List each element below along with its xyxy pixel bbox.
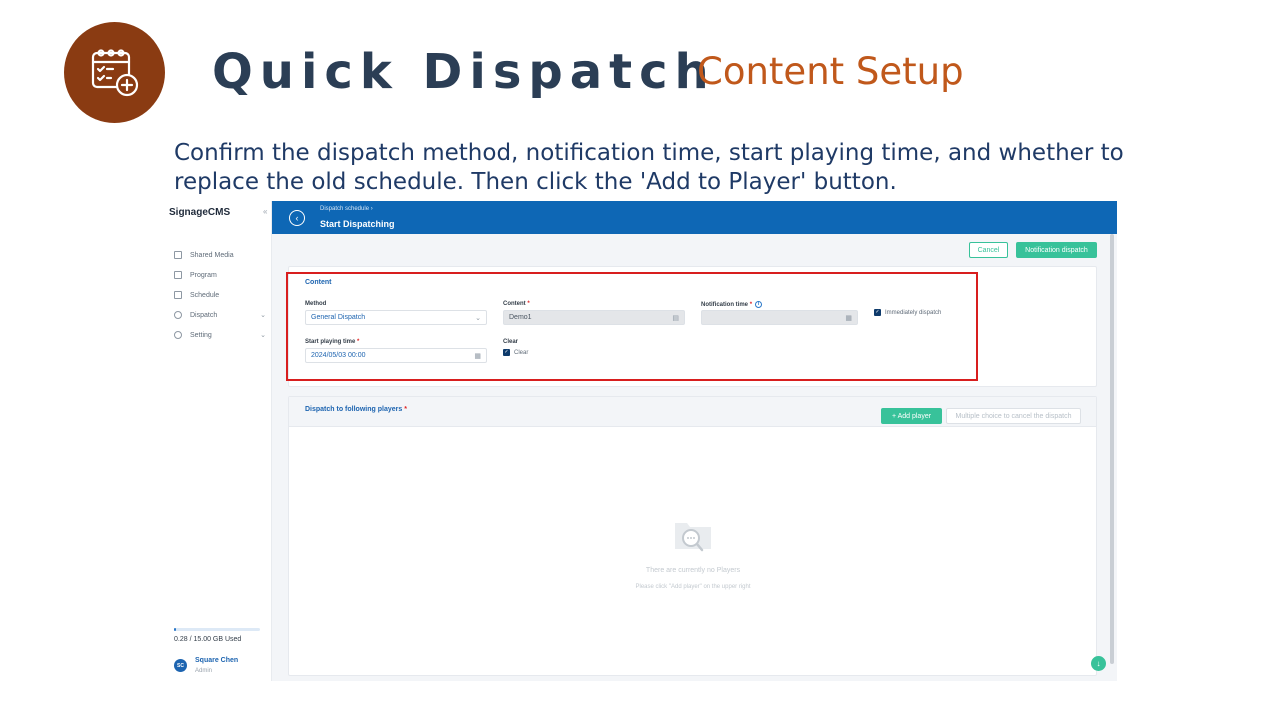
sidebar-item-label: Dispatch (190, 311, 218, 319)
storage-usage-fill (174, 628, 176, 631)
sidebar-item-dispatch[interactable]: Dispatch ⌄ (174, 305, 266, 325)
brand-name: SignageCMS (169, 207, 231, 218)
breadcrumb[interactable]: Dispatch schedule › (320, 206, 373, 212)
storage-usage-bar (174, 628, 260, 631)
slide-subtitle: Content Setup (697, 50, 964, 93)
main-panel: ‹ Dispatch schedule › Start Dispatching … (272, 201, 1117, 681)
highlight-box (286, 272, 978, 381)
calendar-add-icon (91, 48, 138, 96)
empty-state-title: There are currently no Players (645, 567, 741, 574)
app-window: SignageCMS « Shared Media Program Schedu… (164, 201, 1117, 681)
add-player-button[interactable]: + Add player (881, 408, 942, 424)
user-role: Admin (195, 668, 213, 674)
chevron-down-icon: ⌄ (260, 332, 266, 339)
sidebar: SignageCMS « Shared Media Program Schedu… (164, 201, 272, 681)
page-header: ‹ Dispatch schedule › Start Dispatching (272, 201, 1117, 234)
sidebar-item-label: Shared Media (190, 251, 234, 259)
media-icon (174, 251, 182, 259)
scrollbar[interactable] (1110, 234, 1114, 664)
instruction-text: Confirm the dispatch method, notificatio… (174, 140, 1124, 195)
user-name[interactable]: Square Chen (195, 657, 238, 664)
sidebar-item-schedule[interactable]: Schedule (174, 285, 266, 305)
page-title: Start Dispatching (320, 219, 395, 229)
sidebar-item-setting[interactable]: Setting ⌄ (174, 325, 266, 345)
slide-title: Quick Dispatch (212, 44, 716, 100)
multiple-cancel-dispatch-button[interactable]: Multiple choice to cancel the dispatch (946, 408, 1081, 424)
sidebar-item-label: Schedule (190, 291, 220, 299)
program-icon (174, 271, 182, 279)
download-icon[interactable]: ↓ (1091, 656, 1106, 671)
calendar-icon (174, 291, 182, 299)
gear-icon (174, 331, 182, 339)
players-section-title: Dispatch to following players * (305, 406, 407, 413)
collapse-sidebar-icon[interactable]: « (263, 207, 267, 216)
dispatch-calendar-logo (64, 22, 165, 123)
storage-usage-text: 0.28 / 15.00 GB Used (174, 636, 242, 643)
sidebar-item-label: Setting (190, 331, 212, 339)
notification-dispatch-button[interactable]: Notification dispatch (1016, 242, 1097, 258)
back-button[interactable]: ‹ (289, 210, 305, 226)
sidebar-item-label: Program (190, 271, 217, 279)
sidebar-item-shared-media[interactable]: Shared Media (174, 245, 266, 265)
send-icon (174, 311, 182, 319)
avatar[interactable]: SC (174, 659, 187, 672)
sidebar-nav: Shared Media Program Schedule Dispatch ⌄… (174, 245, 266, 345)
cancel-button[interactable]: Cancel (969, 242, 1008, 258)
empty-folder-search-icon (675, 523, 711, 552)
sidebar-item-program[interactable]: Program (174, 265, 266, 285)
chevron-down-icon: ⌄ (260, 312, 266, 319)
empty-state-hint: Please click "Add player" on the upper r… (635, 584, 751, 590)
